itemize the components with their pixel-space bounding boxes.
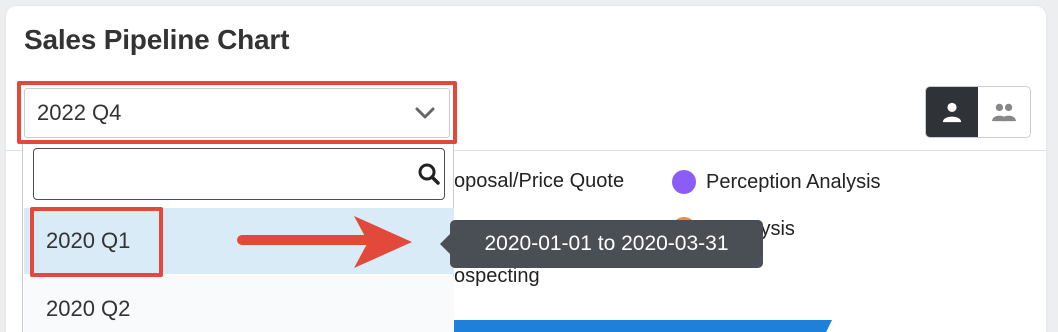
legend-label: Perception Analysis xyxy=(706,170,881,193)
legend-item-perception-analysis[interactable]: Perception Analysis xyxy=(672,170,881,194)
user-icon xyxy=(942,102,962,123)
dropdown-search-input[interactable] xyxy=(33,148,445,200)
highlight-period-select xyxy=(17,81,457,144)
team-icon xyxy=(992,103,1016,122)
legend-label: oposal/Price Quote xyxy=(454,170,625,192)
date-range-tooltip: 2020-01-01 to 2020-03-31 xyxy=(440,220,763,268)
legend-item-proposal[interactable]: oposal/Price Quote xyxy=(454,170,624,193)
page-title: Sales Pipeline Chart xyxy=(24,24,290,55)
dropdown-option-2020-q2[interactable]: 2020 Q2 xyxy=(24,276,454,332)
highlight-option-2020-q1 xyxy=(30,207,163,277)
legend-dot xyxy=(672,170,696,194)
legend-label: ospecting xyxy=(454,265,540,287)
view-toggle xyxy=(925,86,1031,138)
legend-item-prospecting[interactable]: ospecting xyxy=(454,265,540,288)
search-icon xyxy=(418,163,440,185)
my-view-button[interactable] xyxy=(926,87,978,137)
funnel-bar[interactable] xyxy=(440,320,832,332)
option-label: 2020 Q2 xyxy=(46,296,131,321)
annotation-arrow-icon xyxy=(237,216,412,268)
team-view-button[interactable] xyxy=(978,87,1030,137)
